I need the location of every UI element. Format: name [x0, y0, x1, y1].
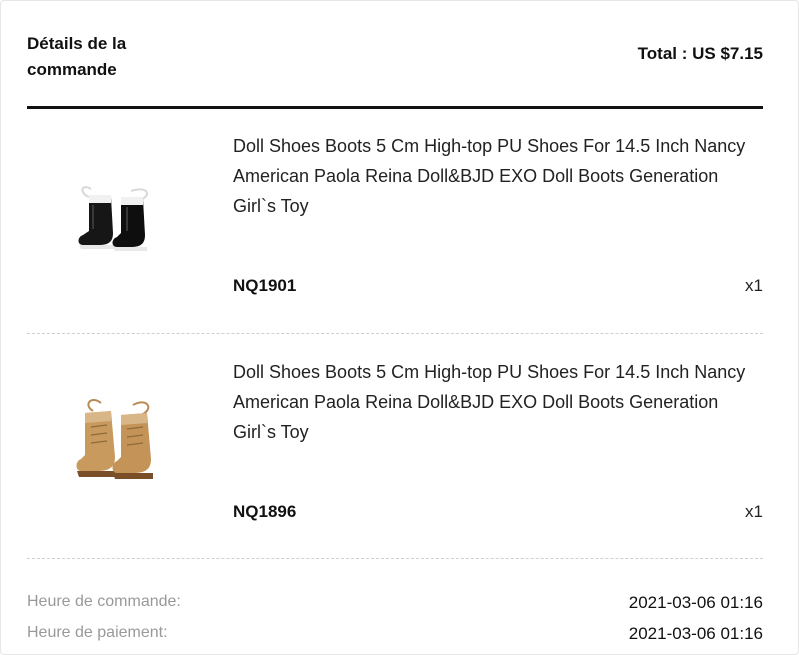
- item-quantity: x1: [745, 502, 763, 521]
- black-doll-boots-icon[interactable]: [71, 171, 171, 271]
- tan-doll-boots-icon[interactable]: [71, 391, 171, 491]
- payment-time-row: Heure de paiement: 2021-03-06 01:16: [27, 624, 763, 648]
- order-item[interactable]: Doll Shoes Boots 5 Cm High-top PU Shoes …: [27, 335, 763, 561]
- payment-time-value: 2021-03-06 01:16: [628, 624, 763, 643]
- order-header: Détails de la commande Total : US $7.15: [27, 31, 763, 103]
- payment-time-label: Heure de paiement:: [27, 624, 168, 641]
- order-details-title: Détails de la commande: [27, 34, 127, 79]
- item-description[interactable]: Doll Shoes Boots 5 Cm High-top PU Shoes …: [233, 357, 763, 447]
- item-sku: NQ1901: [233, 276, 297, 295]
- order-item[interactable]: Doll Shoes Boots 5 Cm High-top PU Shoes …: [27, 109, 763, 335]
- order-details-card: Détails de la commande Total : US $7.15: [0, 0, 799, 655]
- order-time-value: 2021-03-06 01:16: [628, 593, 763, 612]
- item-divider: [27, 558, 763, 559]
- item-sku: NQ1896: [233, 502, 297, 521]
- order-time-label: Heure de commande:: [27, 593, 181, 610]
- order-total: Total : US $7.15: [637, 44, 763, 63]
- item-divider: [27, 333, 763, 334]
- item-description[interactable]: Doll Shoes Boots 5 Cm High-top PU Shoes …: [233, 131, 763, 221]
- item-quantity: x1: [745, 276, 763, 295]
- order-time-row: Heure de commande: 2021-03-06 01:16: [27, 593, 763, 617]
